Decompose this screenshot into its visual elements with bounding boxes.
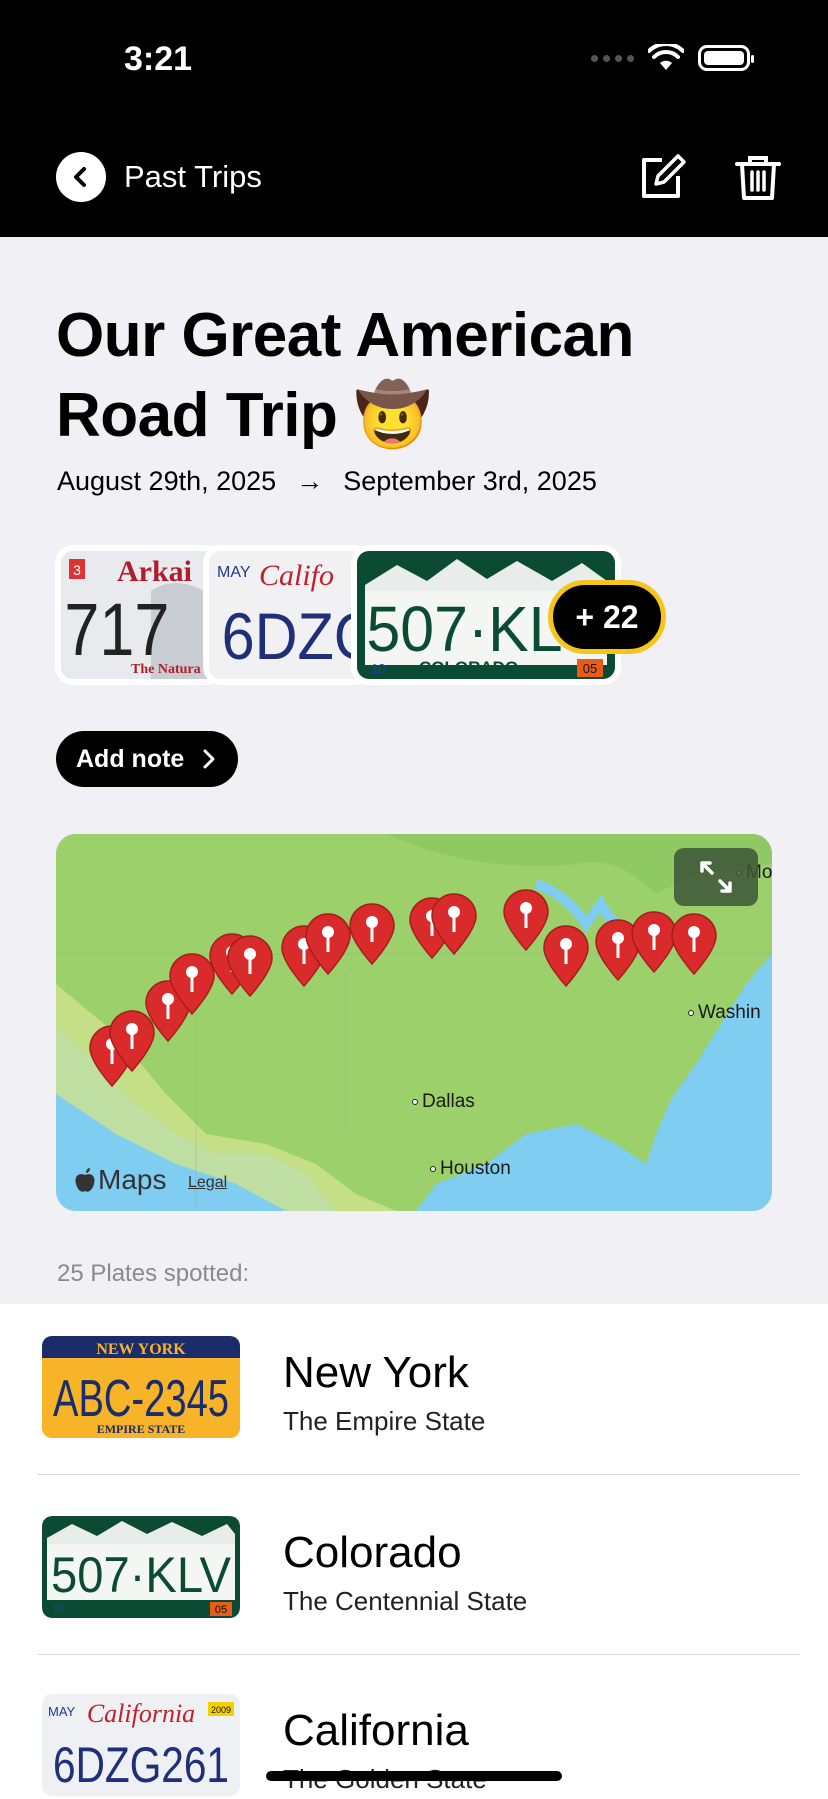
state-name: New York bbox=[283, 1348, 469, 1397]
cellular-signal-icon bbox=[591, 54, 634, 62]
state-name: California bbox=[283, 1706, 469, 1755]
apple-icon bbox=[75, 1168, 95, 1192]
city-label-washington: Washin bbox=[688, 1002, 761, 1024]
status-time: 3:21 bbox=[124, 40, 193, 78]
home-indicator bbox=[266, 1771, 562, 1781]
svg-text:COLORADO: COLORADO bbox=[419, 658, 518, 677]
city-label-dallas: Dallas bbox=[412, 1091, 475, 1113]
svg-text:6DZG261: 6DZG261 bbox=[53, 1737, 229, 1793]
svg-text:MAY: MAY bbox=[217, 564, 251, 581]
status-icons bbox=[591, 44, 754, 72]
edit-icon[interactable] bbox=[636, 152, 686, 202]
svg-text:MAY: MAY bbox=[48, 1704, 76, 1719]
svg-text:3: 3 bbox=[73, 562, 81, 578]
arrow-right-icon: → bbox=[296, 466, 324, 496]
svg-text:COLORADO: COLORADO bbox=[100, 1600, 182, 1616]
state-nickname: The Empire State bbox=[283, 1406, 486, 1436]
svg-text:Califo: Califo bbox=[259, 559, 334, 592]
legal-link[interactable]: Legal bbox=[188, 1174, 227, 1192]
svg-text:10: 10 bbox=[371, 661, 385, 676]
divider bbox=[38, 1654, 800, 1655]
svg-text:05: 05 bbox=[215, 1604, 227, 1616]
svg-text:California: California bbox=[87, 1699, 195, 1728]
map-pin[interactable] bbox=[540, 924, 592, 988]
california-plate-image: MAY California 2009 6DZG261 bbox=[42, 1694, 240, 1796]
svg-text:NEW YORK: NEW YORK bbox=[96, 1341, 186, 1358]
map-pin[interactable] bbox=[224, 934, 276, 998]
svg-text:EMPIRE STATE: EMPIRE STATE bbox=[97, 1422, 186, 1436]
wifi-icon bbox=[648, 44, 684, 70]
add-note-button[interactable]: Add note bbox=[56, 731, 239, 787]
svg-text:2009: 2009 bbox=[211, 1705, 231, 1715]
svg-text:717: 717 bbox=[64, 588, 169, 671]
svg-text:ABC-2345: ABC-2345 bbox=[53, 1370, 229, 1428]
new-york-plate-image: NEW YORK ABC-2345 EMPIRE STATE bbox=[42, 1336, 240, 1438]
battery-icon bbox=[698, 45, 754, 71]
svg-text:Arkai: Arkai bbox=[117, 555, 192, 588]
back-button[interactable]: Past Trips bbox=[56, 152, 262, 202]
trip-title: Our Great American Road Trip 🤠 bbox=[56, 301, 634, 450]
map-pin[interactable] bbox=[668, 912, 720, 976]
svg-text:507·KLV: 507·KLV bbox=[51, 1547, 232, 1603]
plates-list: NEW YORK ABC-2345 EMPIRE STATE New York … bbox=[0, 1304, 828, 1799]
state-name: Colorado bbox=[283, 1528, 462, 1577]
expand-icon bbox=[700, 861, 732, 893]
list-item-new-york[interactable]: NEW YORK ABC-2345 EMPIRE STATE New York … bbox=[0, 1304, 828, 1484]
stack-plate-california: MAY Califo 6DZG bbox=[203, 545, 373, 685]
trash-icon[interactable] bbox=[733, 152, 783, 202]
map-pin[interactable] bbox=[346, 902, 398, 966]
back-label: Past Trips bbox=[124, 159, 262, 194]
svg-text:05: 05 bbox=[583, 661, 597, 676]
end-date: September 3rd, 2025 bbox=[343, 466, 597, 496]
top-bar: 3:21 Past Trips bbox=[0, 0, 828, 237]
svg-text:6DZG: 6DZG bbox=[222, 600, 367, 674]
colorado-plate-image: 507·KLV 10 COLORADO 05 bbox=[42, 1516, 240, 1618]
city-label-houston: Houston bbox=[430, 1158, 511, 1180]
list-item-colorado[interactable]: 507·KLV 10 COLORADO 05 Colorado The Cent… bbox=[0, 1484, 828, 1664]
svg-text:10: 10 bbox=[52, 1603, 64, 1615]
cowboy-emoji: 🤠 bbox=[354, 381, 431, 450]
state-nickname: The Centennial State bbox=[283, 1586, 528, 1616]
plates-spotted-label: 25 Plates spotted: bbox=[57, 1260, 250, 1287]
expand-map-button[interactable] bbox=[674, 848, 758, 906]
trip-dates: August 29th, 2025 → September 3rd, 2025 bbox=[57, 466, 597, 497]
svg-text:507·KL: 507·KL bbox=[367, 594, 563, 666]
more-plates-badge[interactable]: + 22 bbox=[548, 580, 666, 654]
chevron-left-icon bbox=[56, 152, 106, 202]
add-note-label: Add note bbox=[76, 744, 185, 773]
chevron-right-icon bbox=[203, 749, 215, 769]
route-map[interactable]: Dallas Houston Washin Mo Maps Legal bbox=[56, 834, 772, 1211]
map-pin[interactable] bbox=[428, 892, 480, 956]
divider bbox=[38, 1474, 800, 1475]
stack-plate-arkansas: 3 Arkai 717 The Natura bbox=[55, 545, 225, 685]
start-date: August 29th, 2025 bbox=[57, 466, 277, 496]
svg-text:The Natura: The Natura bbox=[131, 662, 201, 677]
apple-maps-logo: Maps bbox=[74, 1164, 166, 1196]
